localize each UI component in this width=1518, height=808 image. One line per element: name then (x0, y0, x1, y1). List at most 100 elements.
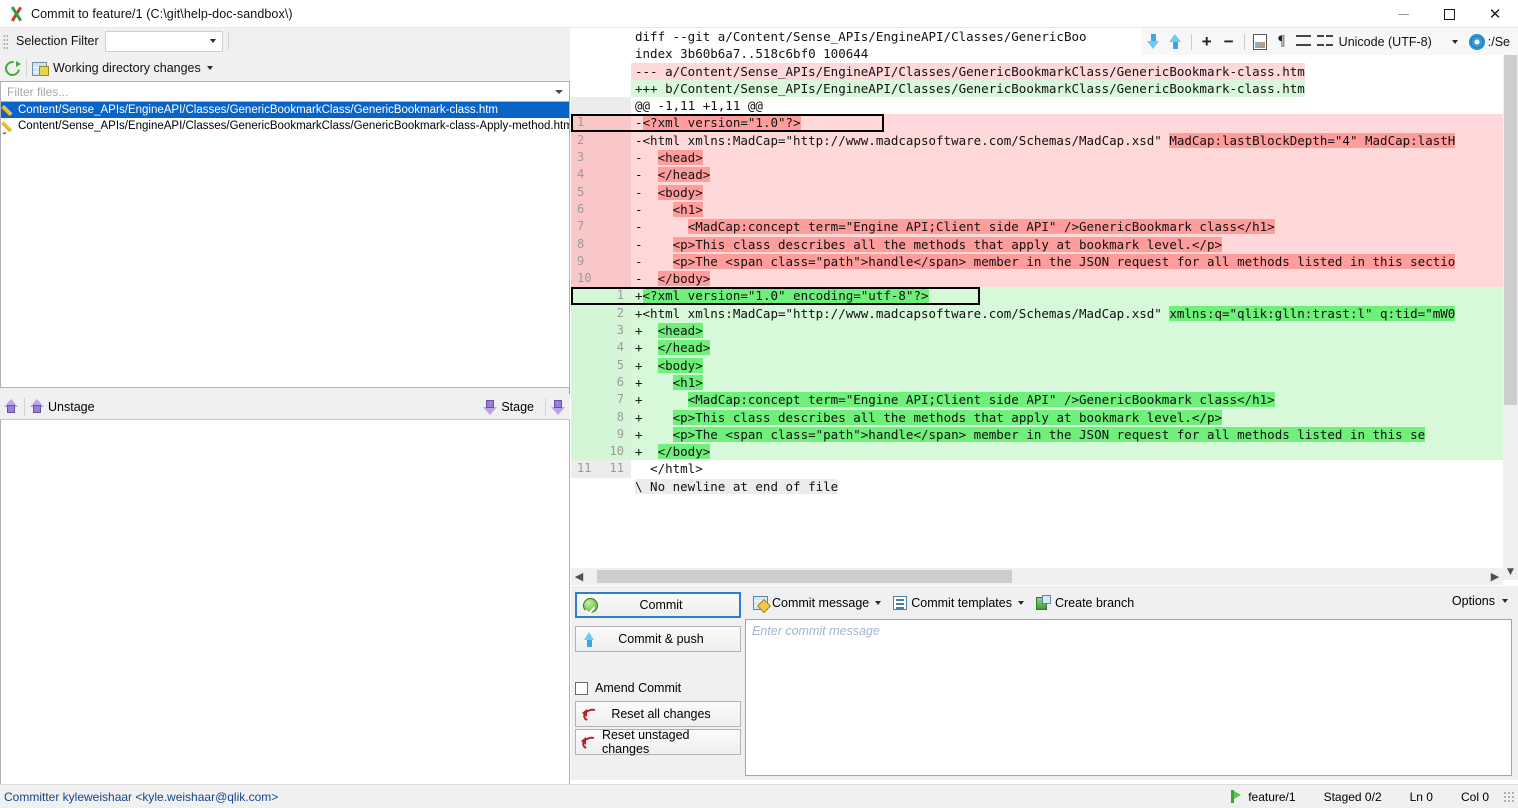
diff-line-gutter: 5 (571, 356, 631, 374)
scrollbar-track[interactable] (587, 569, 1487, 584)
diff-line-text: - <head> (631, 149, 1518, 167)
arrow-up-icon[interactable] (1165, 31, 1187, 53)
four-pane-view-icon[interactable] (1315, 31, 1337, 53)
minimize-button[interactable] (1380, 0, 1426, 28)
commit-templates-label: Commit templates (911, 595, 1012, 610)
diff-line-gutter: 2 (571, 131, 631, 150)
file-list[interactable]: Content/Sense_APIs/EngineAPI/Classes/Gen… (0, 102, 570, 388)
diff-line-removed[interactable]: 5 - <body> (571, 183, 1518, 201)
staged-count: Staged 0/2 (1310, 790, 1396, 804)
diff-line-gutter: 5 (571, 183, 631, 201)
list-item[interactable]: Content/Sense_APIs/EngineAPI/Classes/Gen… (1, 102, 569, 118)
diff-line-added[interactable]: 4 + </head> (571, 339, 1518, 357)
diff-file-header-old[interactable]: --- a/Content/Sense_APIs/EngineAPI/Class… (571, 62, 1518, 80)
document-image-icon[interactable] (1249, 31, 1271, 53)
encoding-chevron-down-icon[interactable] (1451, 39, 1458, 44)
reset-all-changes-button[interactable]: Reset all changes (575, 701, 741, 727)
diff-focused-line[interactable]: 1 -<?xml version="1.0"?> (571, 114, 1518, 132)
stage-button-label[interactable]: Stage (501, 400, 534, 414)
commit-and-push-button[interactable]: Commit & push (575, 626, 741, 652)
commit-message-menu[interactable]: Commit message (753, 595, 882, 610)
status-bar: Committer kyleweishaar <kyle.weishaar@ql… (0, 784, 1518, 808)
options-menu[interactable]: Options (1452, 594, 1508, 608)
diff-line-context[interactable]: 11 11 </html> (571, 460, 1518, 478)
diff-line-removed[interactable]: 4 - </head> (571, 166, 1518, 184)
decrease-context-button[interactable]: − (1218, 31, 1240, 53)
scroll-left-icon[interactable]: ◀ (571, 570, 587, 583)
scrollbar-thumb[interactable] (1504, 50, 1517, 405)
diff-line-added[interactable]: 8 + <p>This class describes all the metho… (571, 408, 1518, 426)
close-button[interactable]: ✕ (1472, 0, 1518, 28)
scroll-down-icon[interactable]: ▼ (1503, 565, 1518, 580)
commit-message-input[interactable]: Enter commit message (745, 619, 1512, 776)
diff-line-added[interactable]: 2 +<html xmlns:MadCap="http://www.madcaps… (571, 304, 1518, 323)
stage-icon[interactable] (483, 399, 498, 415)
diff-line-added[interactable]: 6 + <h1> (571, 373, 1518, 392)
window-controls: ✕ (1380, 0, 1518, 28)
increase-context-button[interactable]: + (1196, 31, 1218, 53)
filter-files-input[interactable]: Filter files... (0, 81, 570, 102)
diff-line-removed[interactable]: 8 - <p>This class describes all the metho… (571, 235, 1518, 253)
amend-commit-row[interactable]: Amend Commit (575, 681, 681, 695)
commit-button[interactable]: Commit (575, 592, 741, 618)
toolbar-separator (1243, 33, 1245, 50)
current-branch[interactable]: feature/1 (1215, 789, 1309, 804)
diff-line-removed[interactable]: 2 -<html xmlns:MadCap="http://www.madcaps… (571, 131, 1518, 150)
diff-line-text: -<?xml version="1.0"?> (631, 114, 1518, 132)
unstage-all-icon[interactable] (4, 398, 19, 415)
diff-path-fragment: :/Sе (1487, 34, 1510, 49)
diff-line-added[interactable]: 5 + <body> (571, 356, 1518, 374)
diff-line-text: + </body> (631, 443, 1518, 461)
chevron-down-icon (1017, 600, 1024, 605)
diff-line-text: + <MadCap:concept term="Engine API;Clien… (631, 391, 1518, 409)
scrollbar-thumb[interactable] (597, 570, 1012, 583)
amend-commit-checkbox[interactable] (575, 681, 588, 695)
diff-line-removed[interactable]: 6 - <h1> (571, 200, 1518, 219)
staged-files-list[interactable] (0, 420, 570, 808)
diff-content[interactable]: diff --git a/Content/Sense_APIs/EngineAP… (571, 28, 1518, 580)
reset-unstaged-changes-button[interactable]: Reset unstaged changes (575, 728, 741, 756)
arrow-down-icon[interactable] (1143, 31, 1165, 53)
chevron-down-icon[interactable] (555, 89, 563, 94)
reset-all-changes-label: Reset all changes (611, 707, 711, 721)
pilcrow-icon[interactable]: ¶ (1271, 31, 1293, 53)
diff-line-removed[interactable]: 1 -<?xml version="1.0"?> (571, 114, 1518, 132)
working-directory-chevron-down-icon[interactable] (206, 66, 213, 70)
diff-line-added[interactable]: 3 + <head> (571, 322, 1518, 340)
resize-grip-icon[interactable] (1503, 790, 1515, 803)
commit-templates-menu[interactable]: Commit templates (893, 595, 1024, 610)
new-line-number: 10 (609, 444, 624, 459)
diff-no-newline-note[interactable]: \ No newline at end of file (571, 478, 1518, 495)
unstage-icon[interactable] (30, 398, 45, 415)
create-branch-button[interactable]: Create branch (1035, 595, 1134, 610)
diff-line-added[interactable]: 7 + <MadCap:concept term="Engine API;Clie… (571, 391, 1518, 409)
diff-line-removed[interactable]: 7 - <MadCap:concept term="Engine API;Clie… (571, 218, 1518, 236)
diff-line-text: - <p>The <span class="path">handle</span… (631, 252, 1518, 271)
scroll-right-icon[interactable]: ▶ (1487, 570, 1503, 583)
diff-line-added[interactable]: 9 + <p>The <span class="path">handle</spa… (571, 425, 1518, 444)
diff-hunk-header[interactable]: @@ -1,11 +1,11 @@ (571, 97, 1518, 115)
list-item[interactable]: Content/Sense_APIs/EngineAPI/Classes/Gen… (1, 118, 569, 134)
two-row-view-icon[interactable] (1293, 31, 1315, 53)
diff-line-gutter (571, 97, 631, 115)
stage-all-icon[interactable] (551, 399, 566, 415)
stage-toolbar: Unstage Stage (0, 394, 570, 420)
diff-line-removed[interactable]: 9 - <p>The <span class="path">handle</spa… (571, 252, 1518, 271)
gear-icon[interactable] (1466, 31, 1488, 53)
diff-horizontal-scrollbar[interactable]: ◀ ▶ (571, 568, 1503, 585)
diff-line-removed[interactable]: 10 - </body> (571, 270, 1518, 288)
diff-line-added[interactable]: 10 + </body> (571, 443, 1518, 461)
new-line-number: 1 (616, 288, 624, 303)
diff-vertical-scrollbar[interactable]: ▲ ▼ (1503, 28, 1518, 580)
refresh-icon[interactable] (4, 60, 21, 77)
encoding-label[interactable]: Unicode (UTF-8) (1337, 35, 1438, 49)
diff-line-added[interactable]: 1 +<?xml version="1.0" encoding="utf-8"?> (571, 287, 1518, 305)
unstage-button-label[interactable]: Unstage (48, 400, 95, 414)
committer-label[interactable]: Committer kyleweishaar <kyle.weishaar@ql… (0, 790, 278, 804)
working-directory-label[interactable]: Working directory changes (53, 61, 201, 75)
diff-file-header-new[interactable]: +++ b/Content/Sense_APIs/EngineAPI/Class… (571, 79, 1518, 98)
maximize-button[interactable] (1426, 0, 1472, 28)
diff-line-removed[interactable]: 3 - <head> (571, 149, 1518, 167)
selection-filter-combo[interactable] (104, 30, 223, 52)
diff-focused-line[interactable]: 1 +<?xml version="1.0" encoding="utf-8"?> (571, 287, 1518, 305)
